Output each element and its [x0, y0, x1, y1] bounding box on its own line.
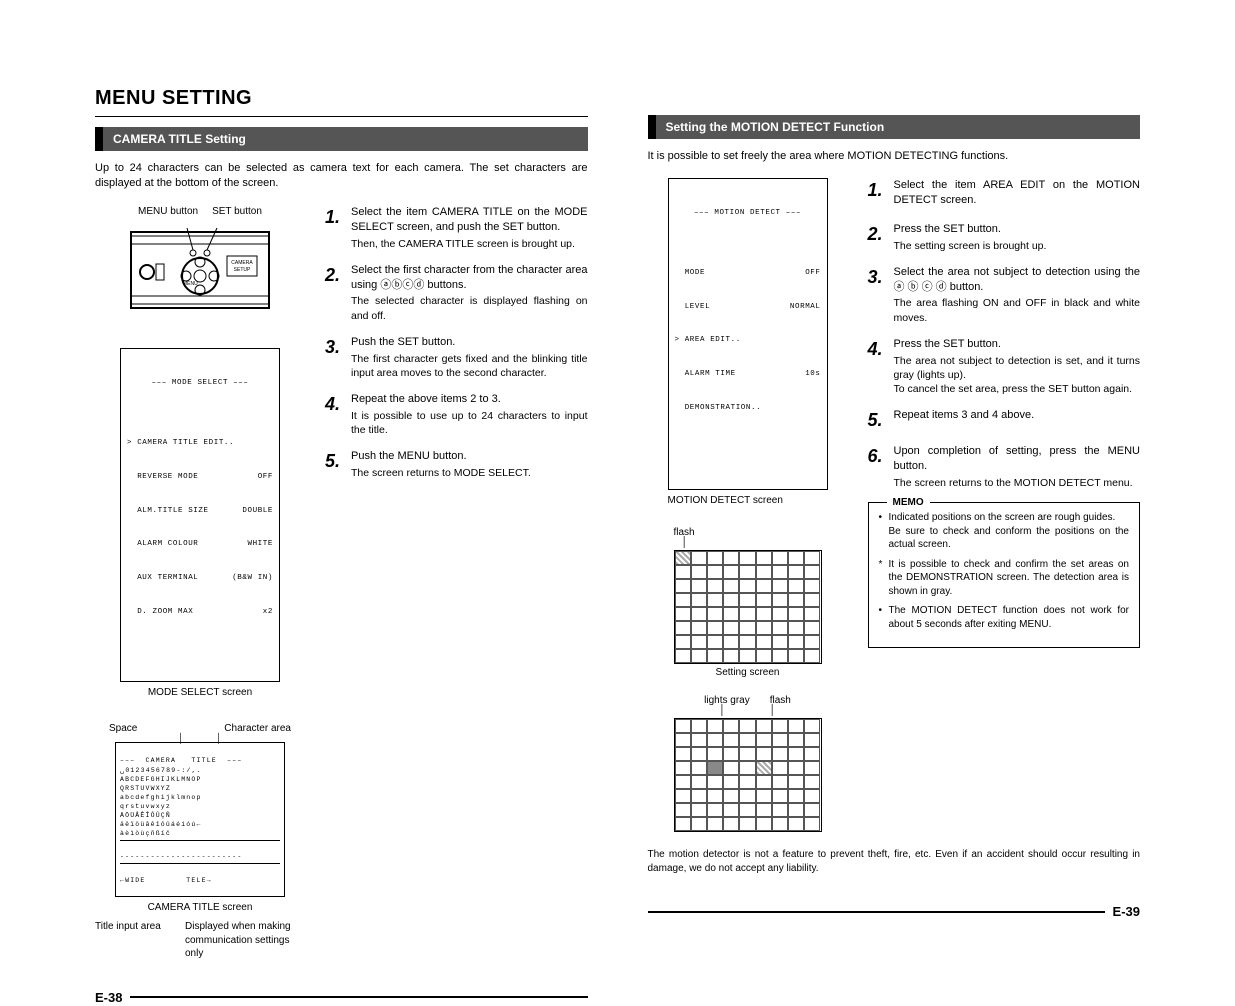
- right-figures-column: ––– MOTION DETECT ––– MODEOFF LEVELNORMA…: [648, 178, 848, 834]
- memo-item-1: Indicated positions on the screen are ro…: [879, 511, 1130, 552]
- setting-grid-2: [674, 718, 822, 832]
- osd-motion-detect: ––– MOTION DETECT ––– MODEOFF LEVELNORMA…: [668, 178, 828, 490]
- memo-title: MEMO: [887, 496, 930, 510]
- setting-grid-1: [674, 550, 822, 664]
- section-camera-title: CAMERA TITLE Setting: [95, 127, 588, 151]
- right-steps-column: 1. Select the item AREA EDIT on the MOTI…: [868, 178, 1141, 834]
- page-left: MENU SETTING CAMERA TITLE Setting Up to …: [95, 85, 588, 1006]
- left-steps-column: 1. Select the item CAMERA TITLE on the M…: [325, 205, 588, 961]
- left-figures-column: MENU button SET button CAMERA SETUP: [95, 205, 305, 961]
- step-4-right: 4. Press the SET button.The area not sub…: [868, 337, 1141, 396]
- caption-camera-title-screen: CAMERA TITLE screen: [95, 901, 305, 915]
- svg-text:SETUP: SETUP: [234, 267, 251, 273]
- intro-right: It is possible to set freely the area wh…: [648, 149, 1141, 164]
- label-title-input-area: Title input area: [95, 920, 165, 961]
- step-4-left: 4. Repeat the above items 2 to 3.It is p…: [325, 392, 588, 437]
- step-1-right: 1. Select the item AREA EDIT on the MOTI…: [868, 178, 1141, 210]
- caption-mode-select: MODE SELECT screen: [95, 686, 305, 700]
- step-5-left: 5. Push the MENU button.The screen retur…: [325, 449, 588, 480]
- disclaimer: The motion detector is not a feature to …: [648, 848, 1141, 875]
- main-title: MENU SETTING: [95, 85, 588, 112]
- caption-motion-detect: MOTION DETECT screen: [648, 494, 848, 508]
- svg-text:CAMERA: CAMERA: [231, 260, 253, 266]
- section-motion-detect: Setting the MOTION DETECT Function: [648, 115, 1141, 139]
- label-displayed-when: Displayed when making communication sett…: [185, 920, 305, 961]
- label-menu-button: MENU button: [138, 205, 198, 219]
- step-6-right: 6. Upon completion of setting, press the…: [868, 444, 1141, 490]
- page-number-left: E-38: [95, 989, 122, 1006]
- step-1-left: 1. Select the item CAMERA TITLE on the M…: [325, 205, 588, 251]
- title-rule: [95, 116, 588, 117]
- step-2-right: 2. Press the SET button.The setting scre…: [868, 222, 1141, 253]
- footer-right: E-39: [648, 903, 1141, 921]
- step-3-left: 3. Push the SET button.The first charact…: [325, 335, 588, 380]
- step-5-right: 5. Repeat items 3 and 4 above.: [868, 408, 1141, 432]
- label-lights-gray: lights gray: [704, 694, 750, 708]
- footer-left: E-38: [95, 989, 588, 1006]
- page-number-right: E-39: [1113, 903, 1140, 921]
- control-panel-icon: CAMERA SETUP MENU: [125, 220, 275, 320]
- page-right: Setting the MOTION DETECT Function It is…: [648, 85, 1141, 1006]
- label-space: Space: [109, 722, 137, 736]
- svg-text:MENU: MENU: [183, 281, 198, 287]
- label-set-button: SET button: [212, 205, 262, 219]
- step-2-left: 2. Select the first character from the c…: [325, 263, 588, 323]
- step-3-right: 3. Select the area not subject to detect…: [868, 265, 1141, 325]
- memo-item-3: The MOTION DETECT function does not work…: [879, 604, 1130, 631]
- label-char-area: Character area: [224, 722, 291, 736]
- memo-item-2: It is possible to check and confirm the …: [879, 558, 1130, 599]
- caption-setting-screen: Setting screen: [648, 666, 848, 680]
- osd-camera-title: ––– CAMERA TITLE ––– ␣0123456789-:/,. AB…: [115, 742, 285, 896]
- label-flash-1: flash: [648, 526, 848, 540]
- intro-left: Up to 24 characters can be selected as c…: [95, 161, 588, 191]
- osd-mode-select: ––– MODE SELECT ––– > CAMERA TITLE EDIT.…: [120, 348, 280, 682]
- memo-box: MEMO Indicated positions on the screen a…: [868, 502, 1141, 648]
